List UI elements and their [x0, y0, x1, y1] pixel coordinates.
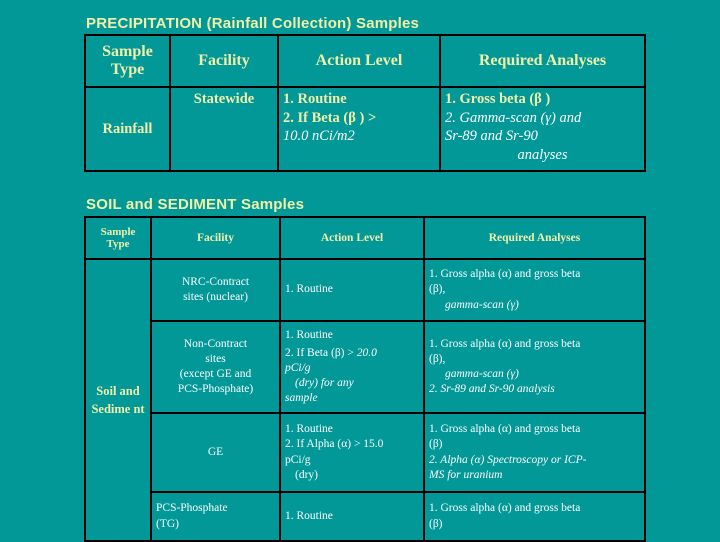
facility-line-1: PCS-Phosphate — [156, 502, 228, 515]
cell-action-level: 1. Routine 2. If Beta (β ) > 10.0 nCi/m2 — [277, 86, 441, 172]
action-level-line-1: 1. Routine — [285, 283, 333, 296]
sample-type-value: Rainfall — [102, 120, 153, 137]
required-analyses-line-2: (β) — [429, 438, 443, 451]
action-level-line-4: (dry) — [295, 468, 318, 481]
required-analyses-line-2: (β), — [429, 352, 446, 365]
required-analyses-line-1: 1. Gross alpha (α) and gross beta — [429, 337, 581, 350]
soil-sediment-section-title: SOIL and SEDIMENT Samples — [86, 196, 305, 213]
cell-action-level: 1. Routine — [279, 491, 425, 542]
cell-required-analyses: 1. Gross alpha (α) and gross beta (β) — [423, 491, 646, 542]
facility-value: Statewide — [193, 91, 255, 107]
action-level-line-3: pCi/g — [285, 361, 311, 374]
cell-required-analyses: 1. Gross alpha (α) and gross beta (β) 2.… — [423, 412, 646, 493]
required-analyses-line-1: 1. Gross beta (β ) — [445, 91, 551, 107]
header-facility: Facility — [150, 216, 281, 260]
header-facility: Facility — [169, 34, 279, 88]
cell-facility: Non-Contract sites (except GE and PCS-Ph… — [150, 320, 281, 414]
cell-facility: Statewide — [169, 86, 279, 172]
table-row: Non-Contract sites (except GE and PCS-Ph… — [85, 320, 646, 414]
header-required-analyses: Required Analyses — [423, 216, 646, 260]
header-sample-type: Sample Type — [84, 34, 171, 88]
action-level-line-3: 10.0 nCi/m2 — [283, 128, 355, 145]
cell-facility: PCS-Phosphate (TG) — [150, 491, 281, 542]
action-level-line-4: (dry) for any — [295, 377, 354, 390]
cell-facility: GE — [150, 412, 281, 493]
required-analyses-line-3: gamma-scan (γ) — [445, 298, 519, 311]
facility-line-4: PCS-Phosphate) — [177, 383, 254, 396]
facility-line-1: GE — [207, 445, 224, 458]
action-level-line-2-prefix: 2. If Beta (β) > — [285, 346, 357, 359]
soil-sediment-table: Sample Type Facility Action Level Requir… — [84, 216, 646, 542]
table-header-row: Sample Type Facility Action Level Requir… — [84, 34, 646, 88]
facility-line-1: NRC-Contract — [181, 275, 250, 288]
action-level-line-3: pCi/g — [285, 453, 311, 466]
required-analyses-line-2: (β) — [429, 517, 443, 530]
facility-line-2: sites — [205, 352, 226, 365]
facility-line-2: sites (nuclear) — [183, 291, 248, 303]
required-analyses-line-2: (β), — [429, 283, 446, 296]
action-level-line-2: 2. If Beta (β) > 20.0 — [285, 343, 419, 361]
action-level-line-1: 1. Routine — [285, 509, 333, 522]
cell-required-analyses: 1. Gross alpha (α) and gross beta (β), g… — [423, 320, 646, 414]
required-analyses-line-1: 1. Gross alpha (α) and gross beta — [429, 268, 581, 281]
action-level-line-2: 2. If Alpha (α) > 15.0 — [285, 438, 384, 451]
table-row: Rainfall Statewide 1. Routine 2. If Beta… — [84, 86, 646, 172]
table-row: GE 1. Routine 2. If Alpha (α) > 15.0 pCi… — [85, 412, 646, 493]
required-analyses-line-3: gamma-scan (γ) — [445, 368, 519, 380]
precipitation-section-title: PRECIPITATION (Rainfall Collection) Samp… — [86, 15, 420, 32]
table-row: Soil and Sedime nt NRC-Contract sites (n… — [84, 258, 646, 542]
action-level-line-1: 1. Routine — [285, 328, 333, 341]
cell-required-analyses: 1. Gross alpha (α) and gross beta (β), g… — [423, 258, 646, 322]
table-header-row: Sample Type Facility Action Level Requir… — [84, 216, 646, 260]
action-level-line-2-value: 20.0 — [356, 346, 377, 359]
header-action-level: Action Level — [277, 34, 441, 88]
cell-action-level: 1. Routine 2. If Beta (β) > 20.0 pCi/g (… — [279, 320, 425, 414]
cell-facility: NRC-Contract sites (nuclear) — [150, 258, 281, 322]
required-analyses-line-2: 2. Gamma-scan (γ) and — [445, 109, 582, 126]
action-level-line-1: 1. Routine — [285, 423, 333, 436]
cell-sample-type: Soil and Sedime nt — [84, 258, 152, 542]
required-analyses-line-1: 1. Gross alpha (α) and gross beta — [429, 502, 581, 515]
required-analyses-line-4: 2. Sr-89 and Sr-90 analysis — [429, 383, 555, 396]
required-analyses-line-4: analyses — [517, 146, 568, 163]
required-analyses-line-4: MS for uranium — [429, 468, 503, 481]
cell-action-level: 1. Routine 2. If Alpha (α) > 15.0 pCi/g … — [279, 412, 425, 493]
facility-line-3: (except GE and — [179, 368, 252, 380]
header-required-analyses: Required Analyses — [439, 34, 646, 88]
cell-action-level: 1. Routine — [279, 258, 425, 322]
required-analyses-line-1: 1. Gross alpha (α) and gross beta — [429, 423, 581, 436]
action-level-line-5: sample — [285, 392, 318, 405]
header-sample-type: Sample Type — [84, 216, 152, 260]
required-analyses-line-3: Sr-89 and Sr-90 — [445, 128, 538, 145]
facility-line-2: (TG) — [156, 517, 179, 530]
facility-line-1: Non-Contract — [183, 337, 248, 350]
precipitation-table: Sample Type Facility Action Level Requir… — [84, 34, 646, 172]
required-analyses-line-3: 2. Alpha (α) Spectroscopy or ICP- — [429, 453, 587, 466]
action-level-line-1: 1. Routine — [283, 91, 347, 107]
header-action-level: Action Level — [279, 216, 425, 260]
cell-required-analyses: 1. Gross beta (β ) 2. Gamma-scan (γ) and… — [439, 86, 646, 172]
action-level-line-2: 2. If Beta (β ) > — [283, 109, 377, 126]
table-row: PCS-Phosphate (TG) 1. Routine 1. Gross a… — [85, 491, 646, 542]
cell-sample-type: Rainfall — [84, 86, 171, 172]
